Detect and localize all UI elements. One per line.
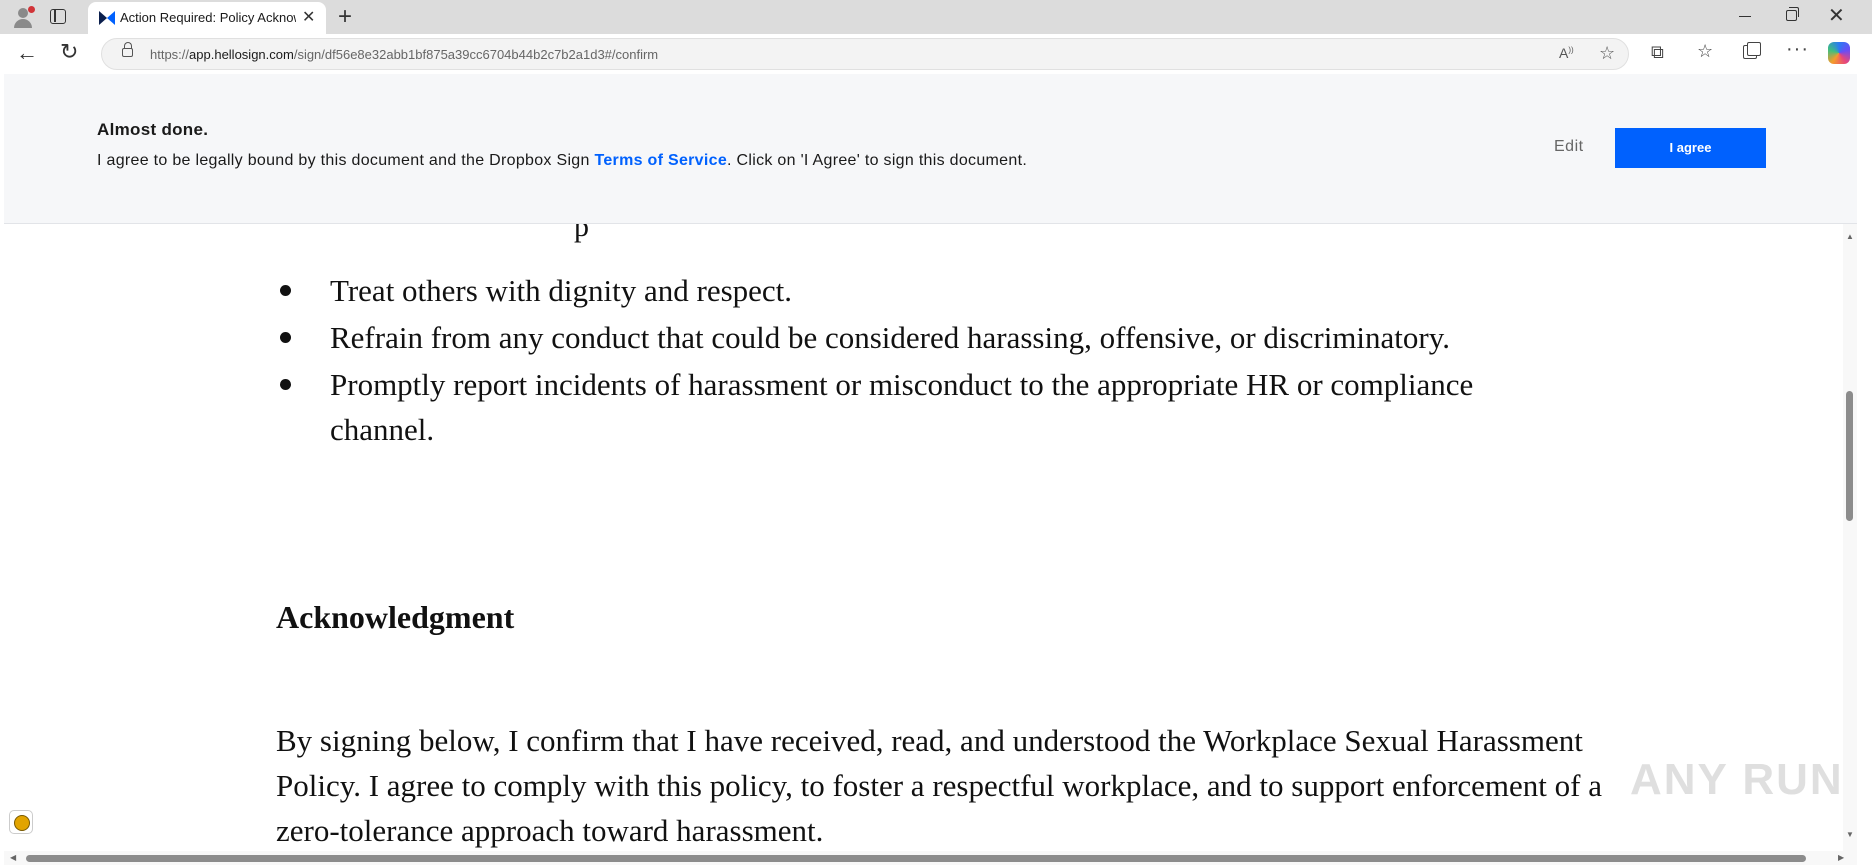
bullet-text: Treat others with dignity and respect.: [330, 273, 793, 308]
tab-actions-icon[interactable]: [50, 9, 66, 24]
close-window-icon[interactable]: ✕: [1828, 4, 1845, 28]
scroll-down-arrow-icon[interactable]: ▼: [1846, 830, 1854, 839]
url-path: /sign/df56e8e32abb1bf875a39cc6704b44b2c7…: [293, 47, 659, 62]
new-tab-icon[interactable]: +: [338, 3, 352, 31]
banner-title: Almost done.: [97, 120, 209, 139]
bullet-text: Promptly report incidents of harassment …: [330, 367, 1474, 447]
terms-of-service-link[interactable]: Terms of Service: [594, 152, 727, 169]
more-options-icon[interactable]: ···: [1786, 38, 1809, 61]
browser-toolbar: ← ↻ https://app.hellosign.com/sign/df56e…: [0, 34, 1872, 74]
address-bar[interactable]: https://app.hellosign.com/sign/df56e8e32…: [101, 38, 1629, 70]
anyrun-watermark: ANY RUN: [1630, 755, 1844, 804]
horizontal-scroll-thumb[interactable]: [26, 855, 1806, 862]
vertical-scroll-thumb[interactable]: [1846, 391, 1853, 521]
favorite-star-icon[interactable]: ☆: [1599, 43, 1615, 64]
tab-strip: Action Required: Policy Acknowle ✕ + ✕: [0, 0, 1872, 34]
bullet-text: Refrain from any conduct that could be c…: [330, 320, 1450, 355]
url-text[interactable]: https://app.hellosign.com/sign/df56e8e32…: [150, 47, 658, 62]
active-tab[interactable]: Action Required: Policy Acknowle ✕: [88, 2, 326, 34]
cut-off-text-fragment: p: [574, 224, 589, 243]
reload-icon[interactable]: ↻: [60, 40, 78, 64]
back-arrow-icon[interactable]: ←: [16, 41, 38, 65]
lock-icon[interactable]: [122, 42, 133, 57]
notification-dot-icon: [28, 6, 35, 13]
favorites-icon[interactable]: ☆: [1697, 41, 1713, 61]
list-item: Refrain from any conduct that could be c…: [276, 315, 1576, 360]
banner-agreement-text: I agree to be legally bound by this docu…: [97, 152, 1027, 170]
horizontal-scrollbar[interactable]: ◀ ▶: [4, 851, 1857, 865]
restore-icon[interactable]: [1786, 7, 1799, 21]
extensions-icon[interactable]: ⧉: [1651, 42, 1664, 62]
list-item: Promptly report incidents of harassment …: [276, 362, 1576, 452]
close-tab-icon[interactable]: ✕: [302, 9, 315, 27]
acknowledgment-heading: Acknowledgment: [276, 599, 515, 635]
profile-icon[interactable]: [12, 6, 35, 28]
bullet-icon: [280, 379, 291, 390]
scroll-left-arrow-icon[interactable]: ◀: [10, 853, 16, 862]
dropbox-sign-favicon-icon: [99, 11, 115, 25]
scroll-up-arrow-icon[interactable]: ▲: [1846, 232, 1854, 241]
acknowledgment-paragraph: By signing below, I confirm that I have …: [276, 723, 1602, 848]
bullet-icon: [280, 332, 291, 343]
bullet-list: Treat others with dignity and respect. R…: [276, 268, 1576, 454]
tab-title: Action Required: Policy Acknowle: [120, 10, 296, 25]
copilot-icon[interactable]: [1828, 42, 1850, 64]
list-item: Treat others with dignity and respect.: [276, 268, 1576, 313]
document-viewer[interactable]: p Treat others with dignity and respect.…: [4, 224, 1843, 851]
collections-icon[interactable]: [1743, 42, 1761, 60]
cookie-icon[interactable]: [9, 810, 33, 834]
bullet-icon: [280, 285, 291, 296]
vertical-scrollbar[interactable]: ▲ ▼: [1843, 224, 1857, 851]
agreement-text-after: . Click on 'I Agree' to sign this docume…: [727, 152, 1028, 169]
minimize-icon[interactable]: [1739, 16, 1751, 18]
url-host: app.hellosign.com: [189, 47, 294, 62]
agreement-text-before: I agree to be legally bound by this docu…: [97, 152, 595, 169]
url-prefix: https://: [150, 47, 190, 62]
read-aloud-icon[interactable]: A)): [1559, 45, 1574, 61]
scroll-right-arrow-icon[interactable]: ▶: [1838, 853, 1844, 862]
i-agree-button[interactable]: I agree: [1615, 128, 1766, 168]
edit-button[interactable]: Edit: [1554, 138, 1584, 156]
sign-confirm-banner: Almost done. I agree to be legally bound…: [4, 74, 1857, 224]
